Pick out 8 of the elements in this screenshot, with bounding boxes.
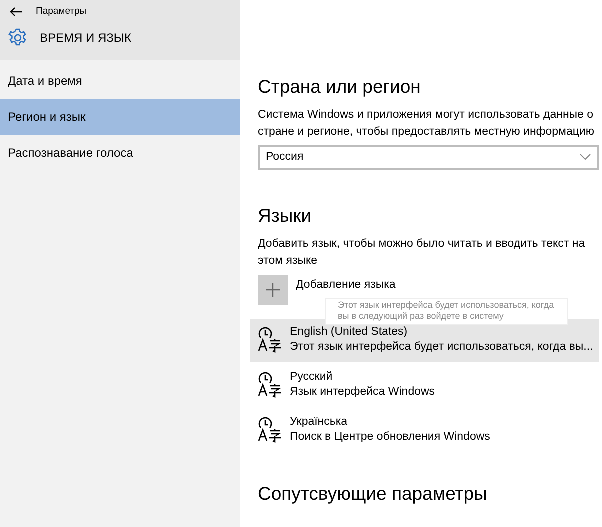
section-heading: Сопутсвующие параметры <box>258 482 488 506</box>
description-text: Добавить язык, чтобы можно было читать и вводить текст на этом языке <box>258 237 586 270</box>
tooltip: Этот язык интерфейса будет использоваться, когда вы в следующий раз войдете в систему <box>325 298 568 324</box>
section-heading: Страна или регион <box>258 75 422 99</box>
window-title: Параметры <box>36 4 87 19</box>
section-title: ВРЕМЯ И ЯЗЫК <box>40 30 132 47</box>
section-heading: Языки <box>258 204 313 228</box>
description-text: Система Windows и приложения могут использовать данные о стране и регионе, чтобы предоставлять местную информацию <box>258 108 596 140</box>
